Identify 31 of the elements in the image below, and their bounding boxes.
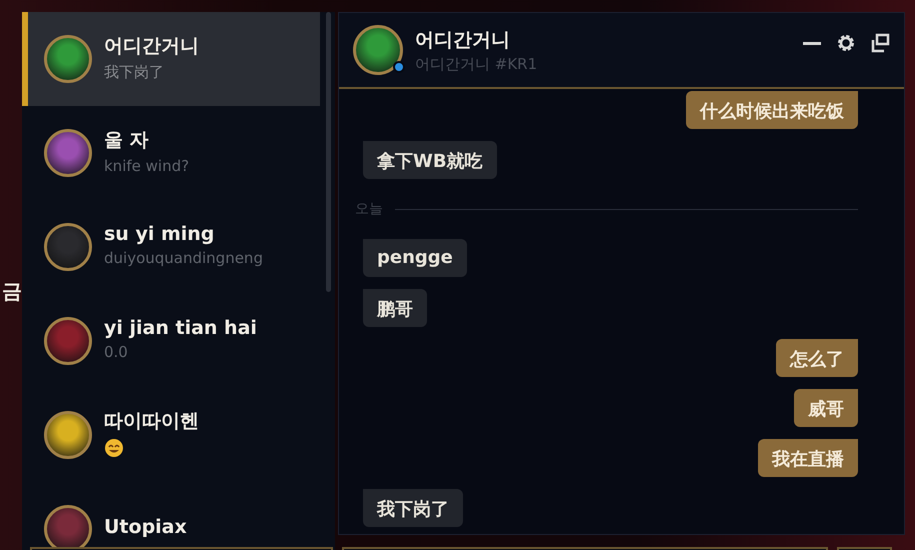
received-message: 拿下WB就吃 — [363, 141, 497, 179]
friend-name: yi jian tian hai — [104, 317, 257, 339]
friend-item[interactable]: su yi ming duiyouquandingneng — [22, 200, 335, 294]
popout-icon[interactable] — [870, 33, 890, 53]
chat-name: 어디간거니 — [415, 28, 511, 52]
sent-message: 我在直播 — [758, 439, 858, 477]
sent-message: 怎么了 — [776, 339, 858, 377]
friend-item[interactable]: Utopiax — [22, 482, 335, 550]
sent-message: 威哥 — [794, 389, 858, 427]
friend-item[interactable]: 어디간거니 我下岗了 — [22, 12, 320, 106]
friend-item[interactable]: 따이따이헨 — [22, 388, 335, 482]
friend-status: 0.0 — [104, 343, 129, 361]
sent-message: 什么时候出来吃饭 — [686, 91, 858, 129]
background-label: 금 — [2, 278, 22, 305]
friend-item[interactable]: 울 자 knife wind? — [22, 106, 335, 200]
date-divider-label: 오늘 — [355, 200, 383, 218]
received-message: 我下岗了 — [363, 489, 463, 527]
friend-status: knife wind? — [104, 157, 190, 175]
friend-item[interactable]: yi jian tian hai 0.0 — [22, 294, 335, 388]
friend-name: 울 자 — [104, 128, 150, 153]
scrollbar[interactable] — [326, 12, 331, 292]
friend-name: Utopiax — [104, 516, 187, 538]
settings-icon[interactable] — [836, 33, 856, 53]
received-message: pengge — [363, 239, 467, 277]
riot-id: 어디간거니 #KR1 — [415, 54, 538, 74]
friend-name: su yi ming — [104, 223, 216, 245]
friend-name: 따이따이헨 — [104, 409, 199, 434]
received-message: 鹏哥 — [363, 289, 427, 327]
friend-status: duiyouquandingneng — [104, 249, 263, 267]
friend-name: 어디간거니 — [104, 34, 199, 58]
friend-status: 我下岗了 — [104, 62, 165, 82]
